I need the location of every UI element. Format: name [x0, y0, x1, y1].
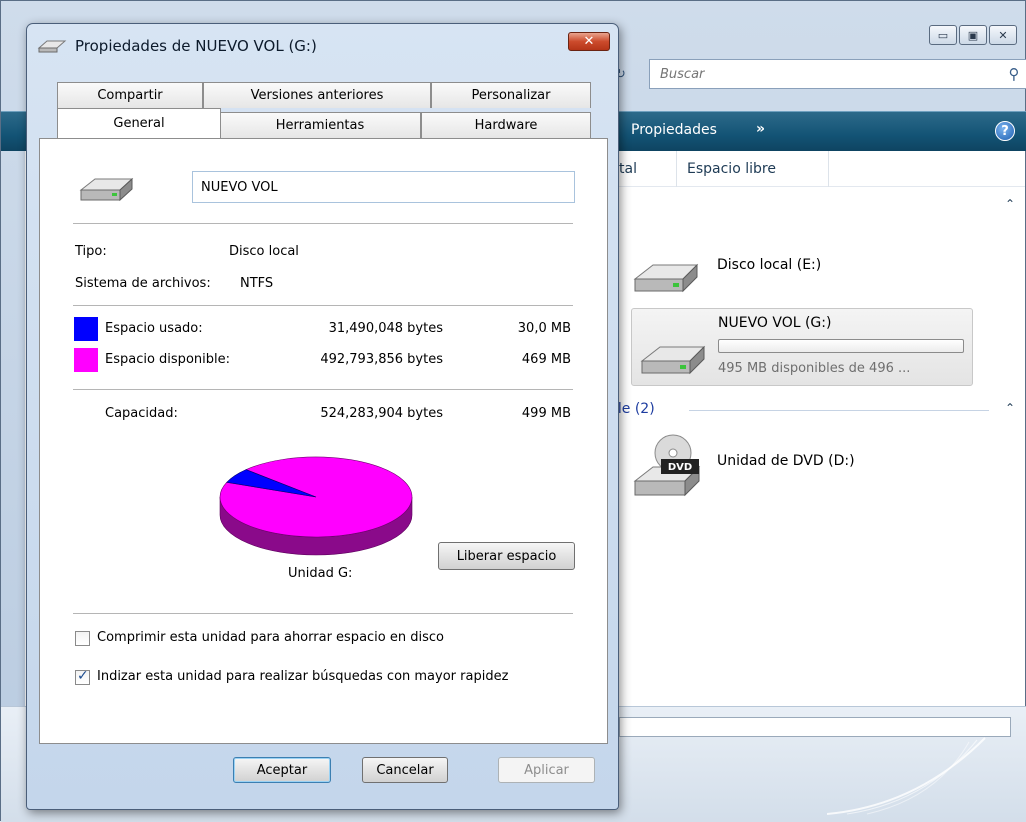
hard-drive-icon	[640, 345, 706, 375]
collapse-group-icon[interactable]: ⌃	[1005, 401, 1015, 415]
used-space-bytes: 31,490,048 bytes	[328, 321, 443, 336]
index-label[interactable]: Indizar esta unidad para realizar búsque…	[97, 669, 508, 684]
properties-command[interactable]: Propiedades	[631, 122, 717, 138]
dvd-badge: DVD	[668, 462, 692, 473]
window-controls: ▭ ▣ ✕	[929, 25, 1017, 45]
volume-name-input[interactable]	[192, 171, 575, 203]
capacity-label: Capacidad:	[105, 406, 178, 421]
decorative-swoosh	[827, 737, 986, 815]
ok-button[interactable]: Aceptar	[233, 757, 331, 783]
used-space-swatch	[74, 317, 98, 341]
hard-drive-icon	[79, 177, 134, 202]
tab-herramientas[interactable]: Herramientas	[219, 112, 421, 138]
free-space-bytes: 492,793,856 bytes	[320, 352, 443, 367]
hard-drive-icon	[633, 263, 699, 293]
dialog-close-button[interactable]: ✕	[568, 32, 610, 51]
details-field	[619, 717, 1011, 737]
column-headers: tal Espacio libre	[615, 150, 1025, 187]
divider	[73, 223, 573, 224]
tab-hardware[interactable]: Hardware	[421, 112, 591, 138]
tab-versiones-anteriores[interactable]: Versiones anteriores	[203, 82, 431, 108]
properties-dialog: Propiedades de NUEVO VOL (G:) ✕ Comparti…	[26, 23, 619, 810]
type-label: Tipo:	[75, 244, 107, 259]
free-space-text: 495 MB disponibles de 496 ...	[718, 361, 911, 376]
type-value: Disco local	[229, 244, 299, 259]
drive-tile-e[interactable]: Disco local (E:)	[631, 243, 931, 303]
capacity-bar	[718, 339, 964, 353]
drive-letter-label: Unidad G:	[288, 566, 353, 581]
filesystem-value: NTFS	[240, 276, 274, 291]
tab-compartir[interactable]: Compartir	[57, 82, 203, 108]
maximize-button[interactable]: ▣	[959, 25, 987, 45]
divider	[73, 613, 573, 614]
index-checkbox[interactable]	[75, 668, 90, 685]
collapse-group-icon[interactable]: ⌃	[1005, 197, 1015, 211]
cancel-button[interactable]: Cancelar	[362, 757, 448, 783]
drive-label: Unidad de DVD (D:)	[717, 453, 855, 469]
drive-label: NUEVO VOL (G:)	[718, 315, 832, 331]
more-commands-button[interactable]: »	[756, 121, 765, 137]
column-header-total[interactable]: tal	[615, 150, 677, 187]
search-icon[interactable]: ⚲	[1002, 65, 1026, 83]
divider	[73, 389, 573, 390]
column-header-free-space[interactable]: Espacio libre	[677, 150, 829, 187]
minimize-button[interactable]: ▭	[929, 25, 957, 45]
dvd-drive-icon: DVD	[633, 434, 701, 497]
disk-usage-pie-chart	[219, 456, 413, 556]
dialog-titlebar[interactable]: Propiedades de NUEVO VOL (G:) ✕	[27, 24, 618, 64]
capacity-size: 499 MB	[521, 406, 571, 421]
dialog-title: Propiedades de NUEVO VOL (G:)	[75, 37, 317, 55]
filesystem-label: Sistema de archivos:	[75, 276, 211, 291]
used-space-size: 30,0 MB	[517, 321, 571, 336]
disk-cleanup-button[interactable]: Liberar espacio	[438, 542, 575, 570]
help-icon[interactable]: ?	[995, 121, 1015, 141]
compress-label[interactable]: Comprimir esta unidad para ahorrar espac…	[97, 630, 444, 645]
free-space-swatch	[74, 348, 98, 372]
tab-personalizar[interactable]: Personalizar	[431, 82, 591, 108]
used-space-label: Espacio usado:	[105, 321, 203, 336]
free-space-size: 469 MB	[521, 352, 571, 367]
tab-general[interactable]: General	[57, 108, 221, 138]
search-box[interactable]: ⚲	[649, 59, 1026, 89]
apply-button[interactable]: Aplicar	[498, 757, 595, 783]
free-space-label: Espacio disponible:	[105, 352, 230, 367]
capacity-bytes: 524,283,904 bytes	[320, 406, 443, 421]
drive-title-icon	[37, 40, 67, 53]
drive-tile-d[interactable]: DVD Unidad de DVD (D:)	[631, 433, 931, 503]
drive-label: Disco local (E:)	[717, 257, 822, 273]
close-window-button[interactable]: ✕	[989, 25, 1017, 45]
search-input[interactable]	[650, 65, 1002, 83]
group-divider	[689, 410, 989, 411]
compress-checkbox[interactable]	[75, 631, 90, 646]
general-tab-panel: Tipo: Disco local Sistema de archivos: N…	[39, 138, 608, 744]
divider	[73, 305, 573, 306]
drive-tile-g[interactable]: NUEVO VOL (G:) 495 MB disponibles de 496…	[631, 308, 973, 386]
